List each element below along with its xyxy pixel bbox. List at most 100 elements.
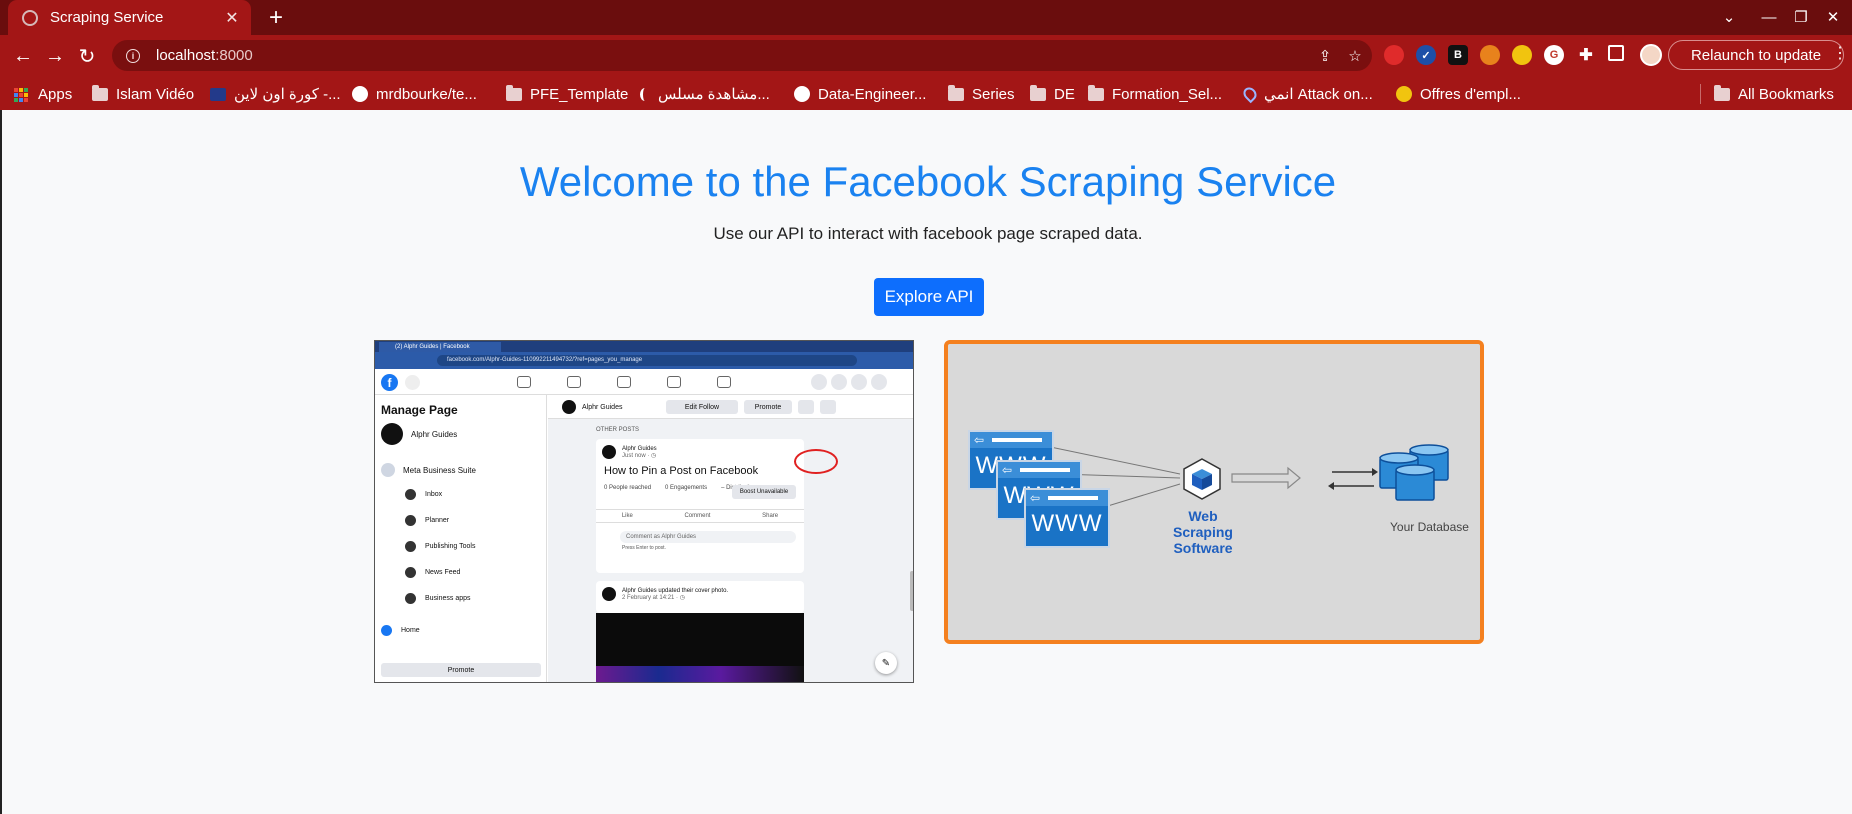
page-content: Welcome to the Facebook Scraping Service… bbox=[0, 110, 1852, 814]
minimize-button[interactable]: — bbox=[1756, 4, 1782, 30]
fb-sidebar: Manage Page Alphr Guides Meta Business S… bbox=[375, 395, 547, 682]
forward-button[interactable]: → bbox=[40, 41, 70, 71]
meta-icon bbox=[381, 463, 395, 477]
bookmark-pfe-template[interactable]: PFE_Template bbox=[506, 84, 628, 104]
fb-side-item: Inbox bbox=[405, 489, 442, 500]
bookmark-label: Data-Engineer... bbox=[818, 85, 927, 103]
fb-tabstrip: (2) Alphr Guides | Facebook bbox=[375, 341, 913, 352]
folder-icon bbox=[506, 84, 522, 101]
g-extension-icon[interactable]: G bbox=[1544, 45, 1564, 65]
fb-people-icon bbox=[567, 376, 581, 388]
bookmark-star-icon[interactable]: ☆ bbox=[1346, 47, 1364, 65]
side-panel-icon[interactable] bbox=[1608, 45, 1624, 61]
fb-urlbar-row: facebook.com/Alphr-Guides-11099221149473… bbox=[375, 352, 913, 369]
bookmark-label: Offres d'empl... bbox=[1420, 85, 1521, 103]
fb-notifications-icon bbox=[851, 374, 867, 390]
fb-search-page-icon bbox=[798, 400, 814, 414]
back-arrow-icon: ⇦ bbox=[974, 433, 985, 447]
facebook-screenshot-image: (2) Alphr Guides | Facebook facebook.com… bbox=[374, 340, 914, 683]
fb-marketplace-icon bbox=[667, 376, 681, 388]
bookmark-data-engineer[interactable]: Data-Engineer... bbox=[794, 84, 926, 104]
puzzle-extensions-icon[interactable]: ✚ bbox=[1576, 45, 1596, 65]
fb-side-item: Business apps bbox=[405, 593, 471, 604]
target-extension-icon[interactable] bbox=[1512, 45, 1532, 65]
close-window-button[interactable]: ✕ bbox=[1820, 4, 1846, 30]
fb-post-author: Alphr Guides updated their cover photo. bbox=[622, 587, 729, 594]
profile-avatar[interactable] bbox=[1640, 44, 1662, 66]
bookmark-label: انمي Attack on... bbox=[1264, 86, 1373, 103]
fb-avatar bbox=[381, 423, 403, 445]
software-line1: Web Scraping bbox=[1173, 508, 1233, 540]
bookmark-label: كورة اون لاين -... bbox=[234, 86, 341, 103]
planner-icon bbox=[405, 515, 416, 526]
address-bar[interactable]: i localhost:8000 ⇪ ☆ bbox=[112, 40, 1372, 71]
fb-post-time: Just now · ◷ bbox=[622, 452, 657, 459]
relaunch-button[interactable]: Relaunch to update bbox=[1668, 40, 1844, 70]
folder-icon bbox=[1088, 84, 1104, 101]
url-host: localhost bbox=[156, 47, 216, 64]
fb-edit-icon: ✎ bbox=[875, 652, 897, 674]
fb-pagebar: Alphr Guides Edit Follow Promote bbox=[548, 395, 913, 419]
bookmark-mrdbourke[interactable]: mrdbourke/te... bbox=[352, 84, 477, 104]
bookmark-series-ar[interactable]: مشاهدة مسلس... bbox=[640, 84, 770, 104]
restore-button[interactable]: ❐ bbox=[1788, 4, 1814, 30]
facebook-logo-icon: f bbox=[381, 374, 398, 391]
stop-extension-icon[interactable] bbox=[1384, 45, 1404, 65]
browser-chrome: Scraping Service ✕ + ⌄ — ❐ ✕ ← → ↻ i loc… bbox=[0, 0, 1852, 110]
folder-icon bbox=[92, 84, 108, 101]
tab-close-icon[interactable]: ✕ bbox=[223, 9, 241, 27]
all-bookmarks[interactable]: All Bookmarks bbox=[1714, 84, 1834, 104]
github-icon bbox=[352, 86, 368, 102]
tab-scraping-service[interactable]: Scraping Service ✕ bbox=[8, 0, 251, 35]
bookmark-label: Series bbox=[972, 85, 1015, 103]
bookmark-attack-on[interactable]: انمي Attack on... bbox=[1240, 84, 1373, 104]
b-extension-icon[interactable]: B bbox=[1448, 45, 1468, 65]
news-feed-icon bbox=[405, 567, 416, 578]
share-icon[interactable]: ⇪ bbox=[1316, 47, 1334, 65]
site-info-icon[interactable]: i bbox=[126, 48, 140, 63]
menu-dots-icon[interactable]: ⋮ bbox=[1832, 43, 1848, 63]
bookmark-de[interactable]: DE bbox=[1030, 84, 1075, 104]
fb-side-label: Inbox bbox=[425, 491, 443, 498]
bookmark-series[interactable]: Series bbox=[948, 84, 1015, 104]
bookmark-apps[interactable]: Apps bbox=[14, 84, 72, 104]
fb-share: Share bbox=[762, 513, 779, 519]
fb-side-label: Publishing Tools bbox=[425, 543, 476, 550]
fox-extension-icon[interactable] bbox=[1480, 45, 1500, 65]
fb-post-time: 2 February at 14:21 · ◷ bbox=[622, 594, 685, 601]
globe-icon bbox=[22, 9, 38, 26]
new-tab-button[interactable]: + bbox=[262, 4, 290, 32]
fb-stat: 0 People reached bbox=[604, 485, 652, 491]
fb-like: Like bbox=[621, 513, 633, 519]
bookmark-formation-sel[interactable]: Formation_Sel... bbox=[1088, 84, 1222, 104]
bookmark-koora[interactable]: كورة اون لاين -... bbox=[210, 84, 341, 104]
tab-search-dropdown-icon[interactable]: ⌄ bbox=[1716, 4, 1742, 30]
fb-account-name: Alphr Guides bbox=[411, 429, 458, 439]
fb-home: Home bbox=[381, 625, 420, 636]
back-arrow-icon: ⇦ bbox=[1002, 463, 1013, 477]
bookmark-label: Apps bbox=[38, 85, 73, 103]
reload-button[interactable]: ↻ bbox=[72, 41, 102, 71]
software-line2: Software bbox=[1173, 540, 1233, 556]
fb-post-title: How to Pin a Post on Facebook bbox=[604, 465, 759, 477]
fb-post-avatar bbox=[602, 445, 616, 459]
check-extension-icon[interactable]: ✓ bbox=[1416, 45, 1436, 65]
fb-other-posts: OTHER POSTS bbox=[596, 427, 640, 433]
fb-account: Alphr Guides bbox=[381, 423, 457, 445]
bookmark-label: مشاهدة مسلس... bbox=[658, 86, 770, 103]
bookmarks-separator bbox=[1700, 84, 1701, 104]
web-scraping-diagram-image: ⇦ WWW ⇦ WWW ⇦ WWW Web Scraping Software bbox=[944, 340, 1484, 644]
bookmark-offres[interactable]: Offres d'empl... bbox=[1396, 84, 1521, 104]
toolbar: ← → ↻ i localhost:8000 ⇪ ☆ ✓ B G ✚ Relau… bbox=[0, 35, 1852, 76]
pin-icon bbox=[1240, 84, 1260, 104]
fb-post-actions: Like Comment Share bbox=[596, 509, 804, 523]
fb-stat: 0 Engagements bbox=[665, 485, 708, 491]
explore-api-button[interactable]: Explore API bbox=[874, 278, 984, 316]
back-arrow-icon: ⇦ bbox=[1030, 491, 1041, 505]
back-button[interactable]: ← bbox=[8, 41, 38, 71]
bookmark-islam-video[interactable]: Islam Vidéo bbox=[92, 84, 194, 104]
fb-scrollbar bbox=[910, 571, 913, 611]
fb-post-author: Alphr Guides bbox=[622, 445, 657, 452]
red-highlight-circle bbox=[794, 449, 838, 474]
fb-side-item: News Feed bbox=[405, 567, 460, 578]
